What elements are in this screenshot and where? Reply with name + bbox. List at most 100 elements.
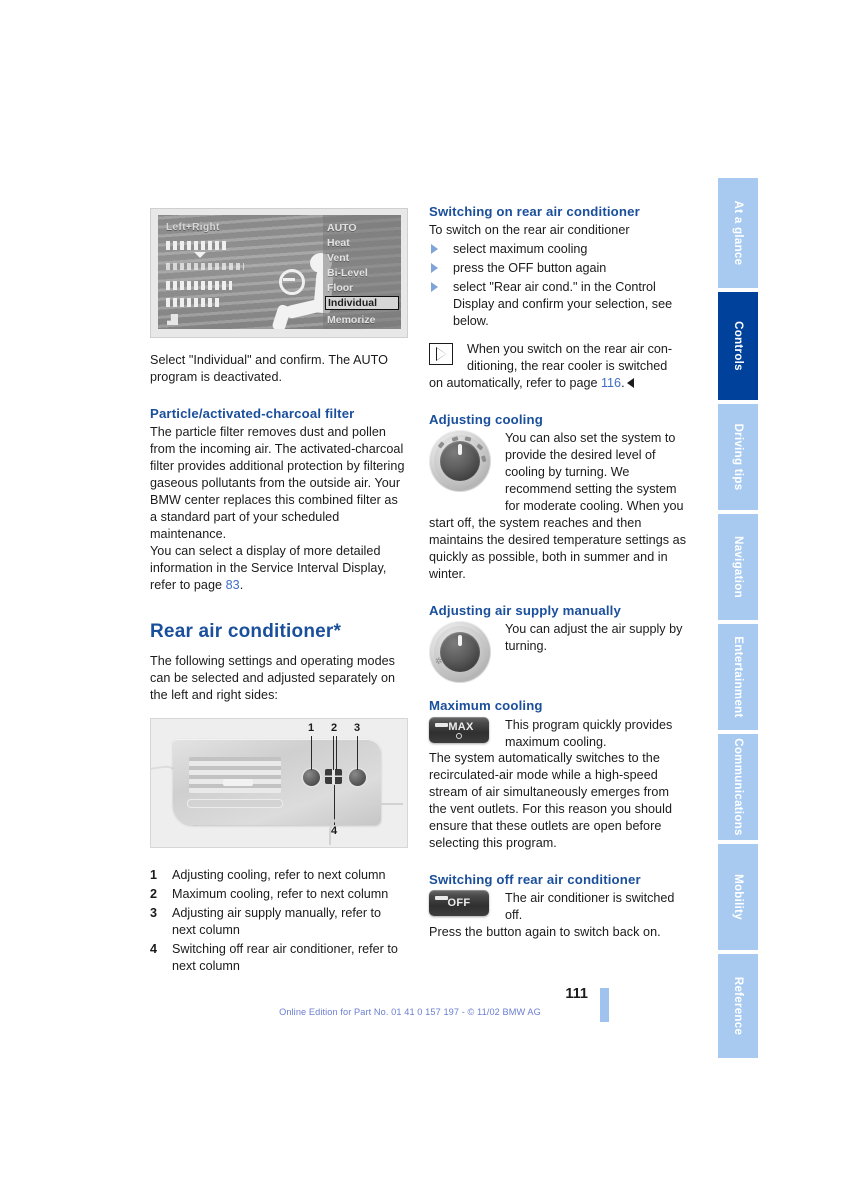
callout-label-3: 3 [354,722,361,735]
section-tabs: At a glance Controls Driving tips Naviga… [718,178,758,1060]
air-supply-block: ✲ You can adjust the air supply by turni… [429,621,687,684]
callout-label-2: 2 [331,722,338,735]
step-text-3: select "Rear air cond." in the Control D… [453,280,673,329]
legend-number-1: 1 [150,868,158,883]
control-display-screen: Left+Right AUTO Heat Vent Bi-Level Floor [158,215,401,329]
menu-item-bi-level[interactable]: Bi-Level [327,267,368,279]
step-item: select maximum cooling [429,241,687,258]
menu-item-vent[interactable]: Vent [327,252,349,264]
step-item: select "Rear air cond." in the Control D… [429,279,687,330]
heading-particle-filter: Particle/activated-charcoal filter [150,405,355,421]
page-number: 111 [565,986,588,1002]
max-button-snowflake-icon [456,732,462,739]
sidebar-tab-driving-tips[interactable]: Driving tips [718,404,758,512]
page-reference-83[interactable]: 83 [226,578,240,592]
service-interval-period: . [239,577,244,592]
service-interval-text: You can select a display of more detaile… [150,543,387,592]
note-body: When you switch on the rear air con- dit… [429,341,687,392]
menu-item-auto[interactable]: AUTO [327,222,357,234]
menu-item-floor[interactable]: Floor [327,282,353,294]
heading-air-supply: Adjusting air supply manually [429,602,621,618]
legend-item: 2 Maximum cooling, refer to next column [150,886,408,903]
vent-max-off-buttons [325,769,342,785]
legend-item: 3 Adjusting air supply manually, refer t… [150,905,408,939]
footer-copyright-note: Online Edition for Part No. 01 41 0 157 … [279,1007,541,1017]
temperature-bar-2 [166,263,244,270]
heading-maximum-cooling: Maximum cooling [429,698,543,714]
service-interval-paragraph: You can select a display of more detaile… [150,543,408,594]
legend-item: 1 Adjusting cooling, refer to next colum… [150,867,408,884]
fan-symbol-icon: ✲ [435,656,443,667]
maximum-cooling-rest-text: The system automatically switches to the… [429,751,673,851]
right-column: Switching on rear air conditioner To swi… [429,203,687,941]
step-item: press the OFF button again [429,260,687,277]
triangle-bullet-icon [431,263,438,274]
triangle-bullet-icon [431,282,438,293]
legend-number-2: 2 [150,887,158,902]
switch-on-steps-list: select maximum cooling press the OFF but… [429,241,687,330]
tab-label: At a glance [732,200,744,266]
heading-switching-on: Switching on rear air conditioner [429,204,640,219]
adjusting-cooling-block: You can also set the system to provide t… [429,430,687,515]
temperature-bar-1 [166,241,228,250]
max-button-icon: MAX [429,716,489,743]
off-button-label: OFF [447,897,471,910]
climate-program-menu[interactable]: AUTO Heat Vent Bi-Level Floor Individual… [323,215,401,329]
tab-label: Reference [732,976,744,1036]
left-column: Left+Right AUTO Heat Vent Bi-Level Floor [150,208,408,977]
callout-label-1: 1 [308,722,315,735]
sidebar-tab-reference[interactable]: Reference [718,954,758,1060]
note-line-3: on automatically, refer to page 116. [429,375,687,392]
note-line-3-text: on automatically, refer to page [429,375,601,390]
menu-item-heat[interactable]: Heat [327,237,350,249]
callout-leader-3 [357,736,359,771]
legend-text-4: Switching off rear air conditioner, refe… [172,941,398,973]
louver-adjust-tab [223,779,253,787]
sidebar-tab-controls[interactable]: Controls [718,292,758,402]
sidebar-tab-at-a-glance[interactable]: At a glance [718,178,758,290]
vent-lower-slot [187,799,283,809]
heading-rear-air-conditioner: Rear air conditioner* [150,620,342,642]
page-reference-116[interactable]: 116 [601,376,621,390]
tab-label: Entertainment [732,636,744,718]
menu-item-individual[interactable]: Individual [325,296,399,310]
maximum-cooling-block: MAX This program quickly provides maximu… [429,716,687,751]
sidebar-tab-mobility[interactable]: Mobility [718,844,758,952]
note-end-marker-icon [626,377,634,388]
off-button-icon: OFF [429,890,489,917]
vent-louvers [189,757,281,794]
temperature-marker [194,252,206,258]
triangle-bullet-icon [431,244,438,255]
manual-page: Left+Right AUTO Heat Vent Bi-Level Floor [0,0,848,1200]
legend-text-2: Maximum cooling, refer to next column [172,887,389,902]
legend-number-3: 3 [150,906,158,921]
max-button-label: MAX [448,720,474,733]
switching-off-rest-text: Press the button again to switch back on… [429,925,661,940]
intro-paragraph: Select "Individual" and confirm. The AUT… [150,353,389,384]
switching-off-block: OFF The air conditioner is switched off. [429,890,687,924]
airflow-bar-1 [166,281,232,290]
heading-switching-off: Switching off rear air conditioner [429,872,641,888]
tab-label: Controls [732,321,744,371]
cooling-knob-icon [429,430,491,493]
sidebar-tab-navigation[interactable]: Navigation [718,514,758,622]
step-text-2: press the OFF button again [453,261,607,276]
callout-leader-2b [336,736,338,771]
sidebar-tab-communications[interactable]: Communications [718,734,758,842]
menu-item-memorize[interactable]: Memorize [327,314,375,326]
tab-label: Driving tips [732,423,744,491]
heading-adjusting-cooling: Adjusting cooling [429,411,543,427]
sidebar-tab-entertainment[interactable]: Entertainment [718,624,758,732]
callout-leader-2 [333,736,335,771]
airflow-bar-2 [166,298,220,307]
rear-ac-intro-paragraph: The following settings and operating mod… [150,654,396,703]
callout-leader-1 [311,736,313,771]
tab-label: Communications [732,738,744,836]
air-supply-knob-icon: ✲ [429,621,491,684]
note-triangle-icon [429,343,453,366]
